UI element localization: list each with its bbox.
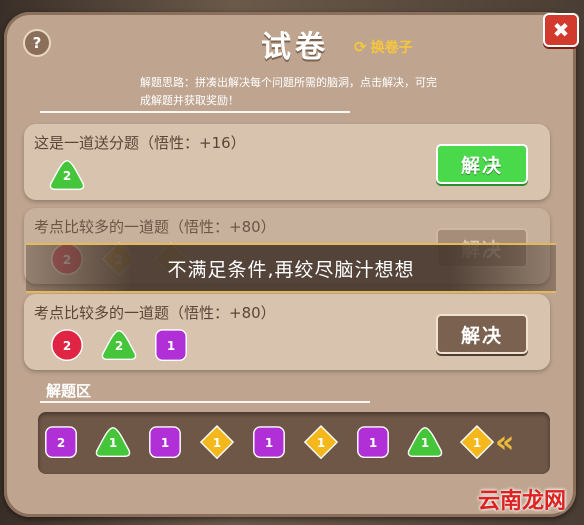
piece-count: 1	[316, 436, 326, 450]
swap-paper-label: 换卷子	[370, 40, 413, 56]
piece-count: 1	[264, 436, 274, 450]
piece-count: 1	[160, 436, 170, 450]
swap-paper-button[interactable]: ⟳ 换卷子	[354, 37, 413, 57]
green-triangle-piece[interactable]: 1	[406, 425, 444, 461]
green-triangle-piece[interactable]: 2	[48, 158, 86, 194]
purple-square-piece[interactable]: 1	[146, 425, 184, 461]
piece-count: 1	[212, 436, 222, 450]
toast-message: 不满足条件,再绞尽脑汁想想	[26, 243, 556, 293]
scroll-left-arrows-icon[interactable]: «	[495, 425, 515, 460]
question-card-1: 这是一道送分题（悟性：+16） 解决 2	[24, 124, 550, 200]
solve-button[interactable]: 解决	[436, 314, 528, 354]
red-circle-piece[interactable]: 2	[48, 328, 86, 364]
purple-square-piece[interactable]: 1	[354, 425, 392, 461]
purple-square-piece[interactable]: 1	[250, 425, 288, 461]
answer-zone-label: 解题区	[46, 382, 92, 400]
purple-square-piece[interactable]: 2	[42, 425, 80, 461]
piece-count: 2	[56, 436, 66, 450]
help-button[interactable]: ?	[23, 29, 51, 57]
piece-count: 1	[368, 436, 378, 450]
solve-button[interactable]: 解决	[436, 144, 528, 184]
yellow-diamond-piece[interactable]: 1	[198, 425, 236, 461]
page-title: 试卷	[261, 30, 329, 65]
divider	[40, 111, 350, 113]
yellow-diamond-piece[interactable]: 1	[302, 425, 340, 461]
watermark: 云南龙网	[478, 489, 567, 514]
piece-count: 1	[420, 436, 430, 450]
purple-square-piece[interactable]: 1	[152, 328, 190, 364]
piece-count: 2	[62, 169, 72, 183]
yellow-diamond-piece[interactable]: 1	[458, 425, 496, 461]
piece-count: 1	[472, 436, 482, 450]
green-triangle-piece[interactable]: 1	[94, 425, 132, 461]
refresh-icon: ⟳	[354, 38, 367, 56]
question-card-3: 考点比较多的一道题（悟性：+80） 解决 2 2 1	[24, 294, 550, 370]
hint-text: 解题思路：拼凑出解决每个问题所需的脑洞，点击解决，可完成解题并获取奖励！	[140, 76, 437, 107]
piece-count: 2	[114, 339, 124, 353]
close-button[interactable]: ✖	[543, 13, 579, 47]
divider	[40, 401, 370, 403]
piece-count: 2	[62, 339, 72, 353]
piece-count: 1	[108, 436, 118, 450]
piece-count: 1	[166, 339, 176, 353]
question-title: 这是一道送分题（悟性：+16）	[34, 134, 246, 152]
answer-tray: 2 1 1 1 1 1 1 1 1	[38, 412, 550, 474]
green-triangle-piece[interactable]: 2	[100, 328, 138, 364]
question-title: 考点比较多的一道题（悟性：+80）	[34, 218, 276, 236]
question-title: 考点比较多的一道题（悟性：+80）	[34, 304, 276, 322]
